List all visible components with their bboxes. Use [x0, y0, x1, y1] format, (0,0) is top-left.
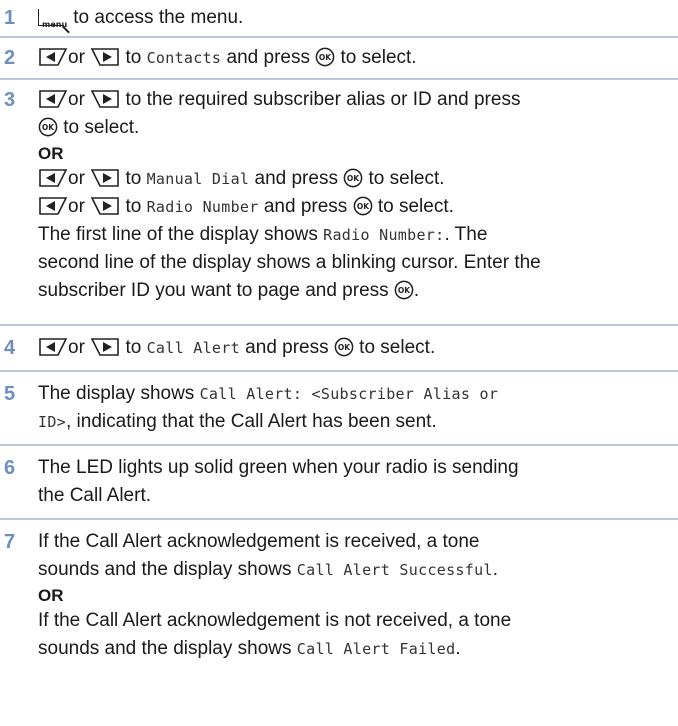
- ok-button-icon: [394, 280, 414, 300]
- left-arrow-key-icon: [38, 168, 68, 188]
- display-text: Call Alert: <Subscriber Alias or: [199, 385, 499, 403]
- display-text: Call Alert Failed: [296, 640, 456, 658]
- step-2: 2 or to Contacts and press to select.: [0, 38, 678, 78]
- left-arrow-key-icon: [38, 89, 68, 109]
- step-number: 3: [4, 89, 16, 111]
- or-label: OR: [38, 586, 64, 605]
- step-5: 5 The display shows Call Alert: <Subscri…: [0, 372, 678, 444]
- display-text: Call Alert Successful: [296, 561, 493, 579]
- right-arrow-key-icon: [90, 168, 120, 188]
- step-number: 4: [4, 337, 16, 359]
- step-number: 2: [4, 47, 16, 69]
- step-1: 1 menu to access the menu.: [0, 0, 678, 36]
- left-arrow-key-icon: [38, 337, 68, 357]
- step-number: 1: [4, 7, 16, 29]
- step-6: 6 The LED lights up solid green when you…: [0, 446, 678, 518]
- ok-button-icon: [334, 337, 354, 357]
- display-text: Radio Number:: [323, 226, 445, 244]
- step-text: the Call Alert.: [38, 485, 151, 506]
- ok-button-icon: [315, 47, 335, 67]
- step-number: 7: [4, 531, 16, 553]
- step-text: The LED lights up solid green when your …: [38, 457, 519, 478]
- step-text: to access the menu.: [68, 7, 244, 28]
- ok-button-icon: [353, 196, 373, 216]
- display-text: ID>: [38, 413, 66, 431]
- step-7: 7 If the Call Alert acknowledgement is r…: [0, 520, 678, 700]
- ok-button-icon: [343, 168, 363, 188]
- display-text: Call Alert: [146, 339, 240, 357]
- step-text: If the Call Alert acknowledgement is not…: [38, 610, 512, 631]
- right-arrow-key-icon: [90, 47, 120, 67]
- step-number: 6: [4, 457, 16, 479]
- procedure-steps: 1 menu to access the menu. 2 or to Conta…: [0, 0, 678, 700]
- left-arrow-key-icon: [38, 196, 68, 216]
- right-arrow-key-icon: [90, 337, 120, 357]
- right-arrow-key-icon: [90, 89, 120, 109]
- display-text: Manual Dial: [146, 170, 250, 188]
- display-text: Contacts: [146, 49, 222, 67]
- step-4: 4 or to Call Alert and press to select.: [0, 326, 678, 370]
- step-3: 3 or to the required subscriber alias or…: [0, 80, 678, 324]
- left-arrow-key-icon: [38, 47, 68, 67]
- ok-button-icon: [38, 117, 58, 137]
- step-text: If the Call Alert acknowledgement is rec…: [38, 531, 480, 552]
- display-text: Radio Number: [146, 198, 259, 216]
- menu-key-icon: menu: [38, 9, 67, 29]
- right-arrow-key-icon: [90, 196, 120, 216]
- step-number: 5: [4, 383, 16, 405]
- or-label: OR: [38, 144, 64, 163]
